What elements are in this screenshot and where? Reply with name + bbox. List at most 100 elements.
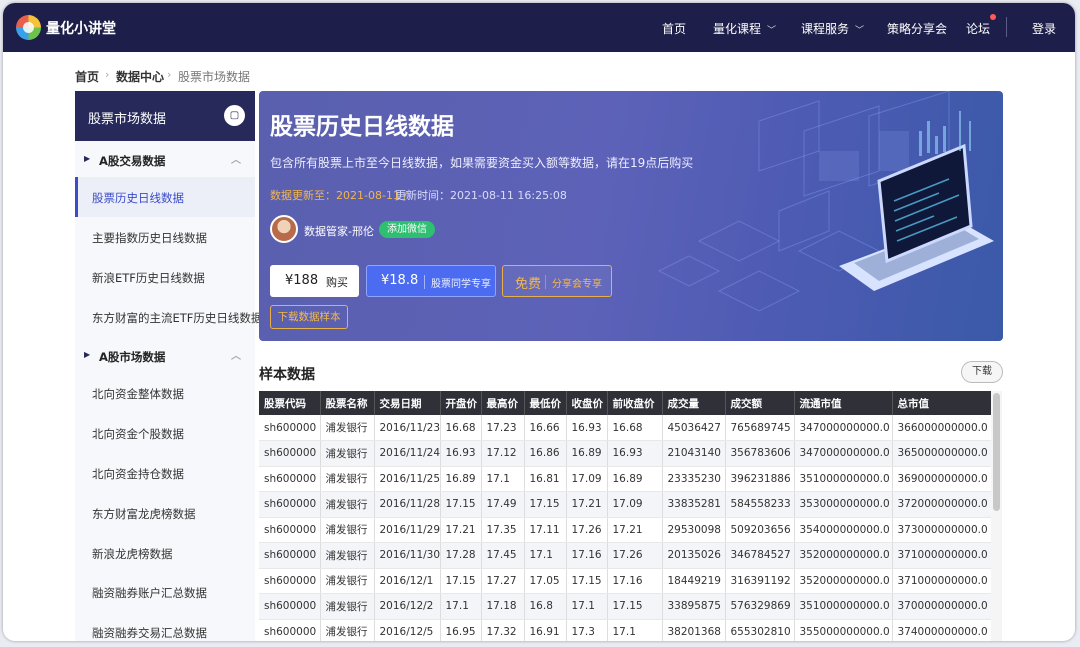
table-cell: 352000000000.0	[794, 542, 893, 569]
sidebar-item-northbound-stock[interactable]: 北向资金个股数据	[75, 413, 255, 453]
app-window: 量化小讲堂 首页 量化课程 ﹀ 课程服务 ﹀ 策略分享会 论坛 登录 首页 › 数据…	[3, 3, 1075, 641]
table-cell: 21043140	[662, 440, 726, 467]
chevron-right-icon: ›	[167, 68, 172, 81]
table-cell: 45036427	[662, 415, 726, 441]
table-column-header: 成交量	[662, 391, 726, 415]
table-cell: 17.12	[481, 440, 525, 467]
nav-strategy-share[interactable]: 策略分享会	[887, 20, 947, 37]
table-cell: 2016/11/30	[374, 542, 441, 569]
table-cell: 17.15	[566, 568, 608, 594]
table-column-header: 交易日期	[374, 391, 441, 415]
table-cell: 17.28	[440, 542, 482, 569]
brand-logo-icon[interactable]	[16, 15, 41, 40]
table-cell: 369000000000.0	[892, 466, 994, 492]
student-price-button[interactable]: ¥18.8 股票同学专享	[366, 265, 496, 297]
data-updated-to: 数据更新至：2021-08-11 /	[270, 189, 408, 202]
add-wechat-button[interactable]: 添加微信	[379, 221, 435, 238]
free-share-button[interactable]: 免费 分享会专享	[502, 265, 612, 297]
product-description: 包含所有股票上市至今日线数据，如果需要资金买入额等数据，请在19点后购买	[270, 156, 694, 170]
table-cell: 2016/11/24	[374, 440, 441, 467]
table-cell: 16.89	[440, 466, 482, 492]
table-cell: 2016/12/5	[374, 619, 441, 641]
sidebar-item-eastmoney-etf[interactable]: 东方财富的主流ETF历史日线数据	[75, 297, 262, 337]
table-cell: 17.15	[524, 491, 567, 518]
table-cell: 16.81	[524, 466, 567, 492]
buy-button[interactable]: ¥188 购买	[270, 265, 359, 297]
table-cell: 365000000000.0	[892, 440, 994, 467]
nav-courses[interactable]: 量化课程 ﹀	[713, 20, 776, 37]
table-cell: 33835281	[662, 491, 726, 518]
table-cell: 2016/12/1	[374, 568, 441, 594]
sidebar-item-margin-account[interactable]: 融资融券账户汇总数据	[75, 572, 255, 612]
sidebar-item-index-daily[interactable]: 主要指数历史日线数据	[75, 217, 255, 257]
sidebar-section-a-share-market[interactable]: ▶ A股市场数据 ︿	[75, 341, 255, 371]
table-cell: 浦发银行	[320, 415, 375, 441]
brand-name[interactable]: 量化小讲堂	[46, 18, 116, 38]
table-column-header: 前收盘价	[607, 391, 663, 415]
table-column-header: 最低价	[524, 391, 567, 415]
download-sample-button[interactable]: 下载数据样本	[270, 305, 348, 329]
table-cell: 29530098	[662, 517, 726, 543]
table-column-header: 收盘价	[566, 391, 608, 415]
table-cell: 17.1	[607, 619, 663, 641]
price-label: ¥188	[285, 273, 319, 288]
table-cell: 655302810	[725, 619, 795, 641]
table-cell: sh600000	[259, 415, 321, 441]
download-button[interactable]: 下载	[961, 361, 1003, 383]
table-column-header: 总市值	[892, 391, 994, 415]
sidebar-item-stock-daily[interactable]: 股票历史日线数据	[75, 177, 255, 217]
table-column-header: 流通市值	[794, 391, 893, 415]
table-cell: 浦发银行	[320, 542, 375, 569]
notification-dot	[990, 14, 996, 20]
table-cell: sh600000	[259, 517, 321, 543]
login-link[interactable]: 登录	[1032, 20, 1056, 37]
table-cell: 17.45	[481, 542, 525, 569]
nav-divider	[1006, 17, 1007, 37]
buy-label: 购买	[326, 276, 348, 289]
sidebar-item-sina-lhb[interactable]: 新浪龙虎榜数据	[75, 533, 255, 573]
table-cell: 16.86	[524, 440, 567, 467]
sidebar-item-sina-etf[interactable]: 新浪ETF历史日线数据	[75, 257, 255, 297]
nav-home[interactable]: 首页	[662, 20, 686, 37]
breadcrumb-home[interactable]: 首页	[75, 68, 99, 85]
table-cell: 16.8	[524, 593, 567, 620]
table-cell: 351000000000.0	[794, 466, 893, 492]
table-cell: 17.1	[440, 593, 482, 620]
table-cell: 17.26	[566, 517, 608, 543]
table-cell: 16.93	[440, 440, 482, 467]
sidebar-item-northbound-overall[interactable]: 北向资金整体数据	[75, 373, 255, 413]
sidebar-item-margin-trading[interactable]: 融资融券交易汇总数据	[75, 612, 255, 641]
sidebar-item-eastmoney-lhb[interactable]: 东方财富龙虎榜数据	[75, 493, 255, 533]
table-cell: 17.32	[481, 619, 525, 641]
table-cell: 366000000000.0	[892, 415, 994, 441]
nav-forum[interactable]: 论坛	[966, 20, 990, 37]
divider	[424, 275, 425, 289]
nav-course-services[interactable]: 课程服务 ﹀	[801, 20, 864, 37]
top-navbar: 量化小讲堂 首页 量化课程 ﹀ 课程服务 ﹀ 策略分享会 论坛 登录	[3, 3, 1075, 52]
table-cell: 浦发银行	[320, 517, 375, 543]
table-cell: 17.18	[481, 593, 525, 620]
table-cell: 17.1	[566, 593, 608, 620]
table-cell: sh600000	[259, 440, 321, 467]
table-cell: 396231886	[725, 466, 795, 492]
table-scrollbar[interactable]	[993, 393, 1000, 511]
table-column-header: 最高价	[481, 391, 525, 415]
student-price: ¥18.8	[381, 273, 419, 288]
sidebar-header: 股票市场数据 ▢	[75, 91, 255, 141]
sidebar-item-northbound-holding[interactable]: 北向资金持仓数据	[75, 453, 255, 493]
sidebar-section-a-share-trading[interactable]: ▶ A股交易数据 ︿	[75, 145, 255, 175]
breadcrumb-data-center[interactable]: 数据中心	[116, 68, 164, 85]
table-row: sh600000 浦发银行 2016/11/28 17.15 17.49 17.15 17.…	[259, 491, 994, 518]
table-cell: 浦发银行	[320, 491, 375, 518]
table-cell: 2016/11/23	[374, 415, 441, 441]
divider	[545, 275, 546, 289]
table-cell: 2016/12/2	[374, 593, 441, 620]
chevron-right-icon: ›	[105, 68, 110, 81]
table-cell: 352000000000.0	[794, 568, 893, 594]
table-cell: sh600000	[259, 466, 321, 492]
table-cell: sh600000	[259, 568, 321, 594]
table-cell: 347000000000.0	[794, 415, 893, 441]
avatar	[270, 215, 298, 243]
collapse-sidebar-icon[interactable]: ▢	[224, 105, 245, 126]
table-cell: 17.27	[481, 568, 525, 594]
